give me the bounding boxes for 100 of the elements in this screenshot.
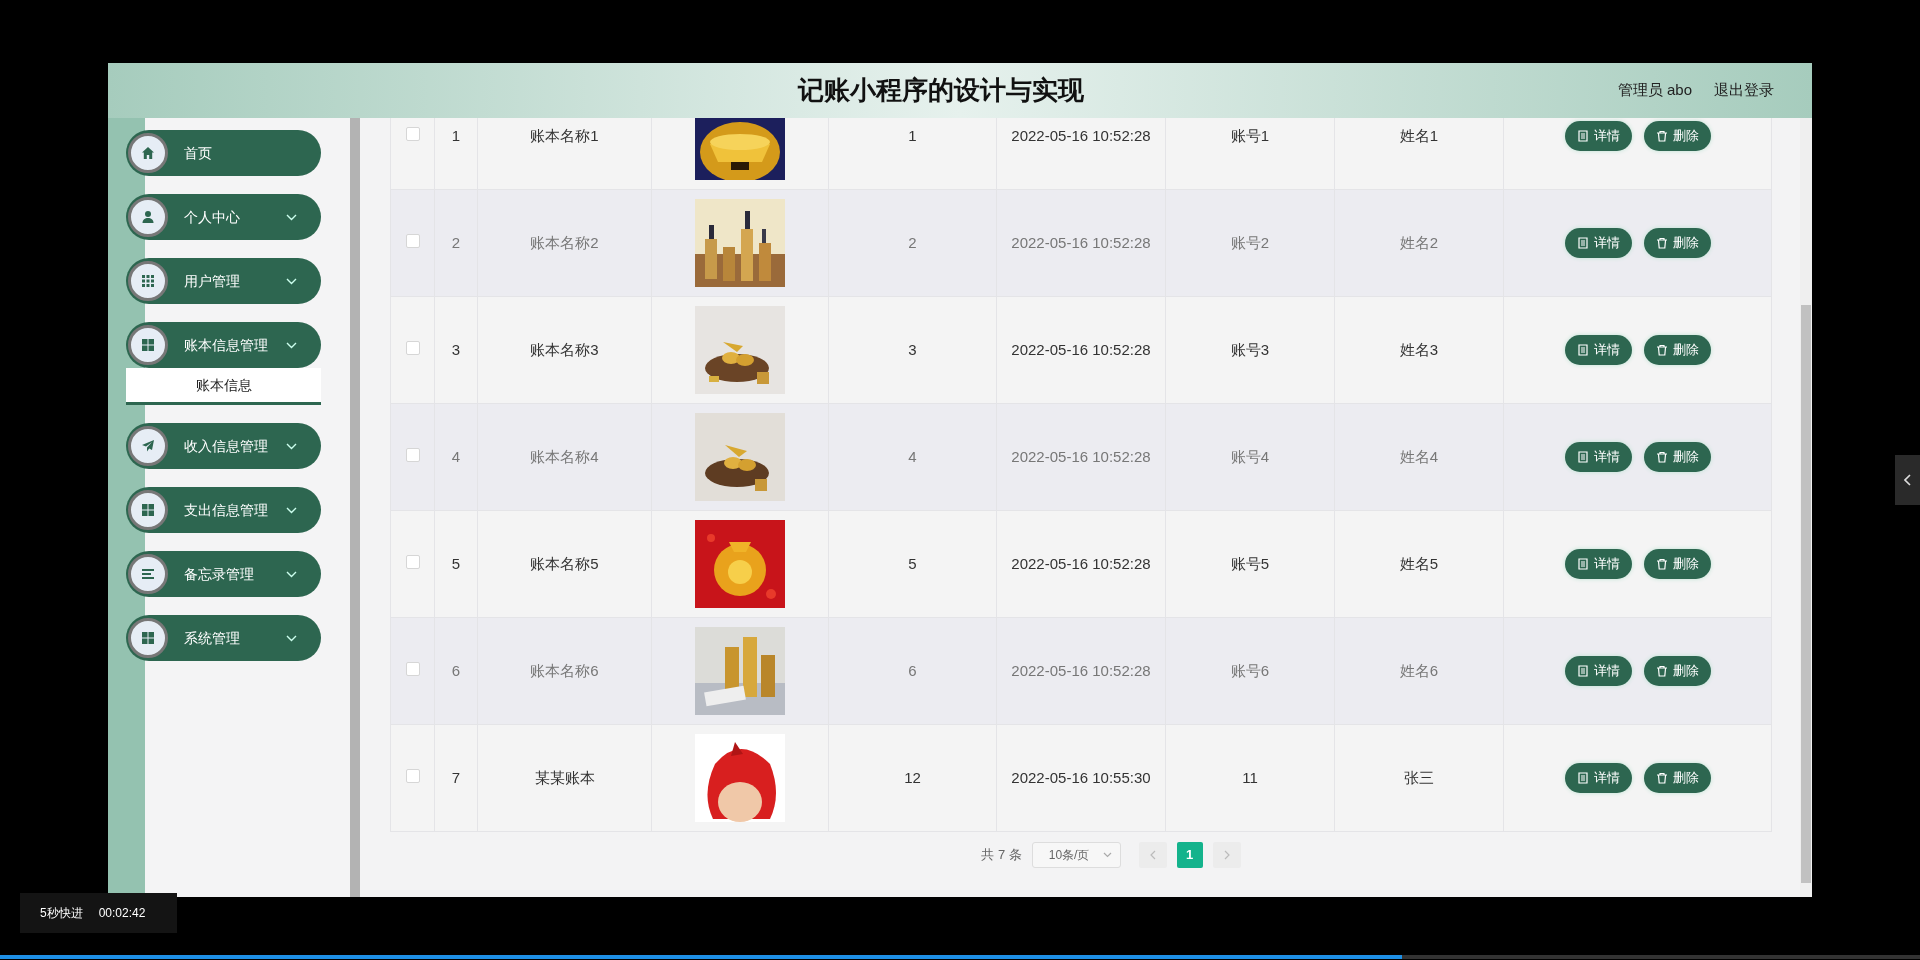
table-cell: 账本名称3	[530, 340, 599, 358]
table-cell: 2022-05-16 10:52:28	[1011, 233, 1151, 251]
menu-icon	[141, 567, 155, 581]
sidebar-menu-item[interactable]: 收入信息管理	[126, 423, 321, 469]
table-cell: 4	[451, 447, 461, 465]
delete-button[interactable]: 删除	[1643, 228, 1711, 258]
row-checkbox[interactable]	[405, 233, 420, 248]
sidebar-menu-item[interactable]: 用户管理	[126, 258, 321, 304]
sidebar-menu-item[interactable]: 支出信息管理	[126, 487, 321, 533]
side-panel-toggle[interactable]	[1895, 455, 1920, 505]
document-icon	[1576, 665, 1589, 677]
table-cell: 某某账本	[534, 768, 595, 786]
sidebar-menu-item[interactable]: 个人中心	[126, 194, 321, 240]
scrollbar[interactable]	[1800, 118, 1812, 897]
sidebar-menu-item[interactable]: 系统管理	[126, 615, 321, 661]
table-cell: 账本名称5	[530, 554, 599, 572]
table-cell: 2	[451, 233, 461, 251]
details-button[interactable]: 详情	[1564, 228, 1632, 258]
user-label: 管理员 abo	[1617, 80, 1692, 101]
caret-icon	[286, 278, 297, 286]
sidebar-menu-item[interactable]: 备忘录管理	[126, 551, 321, 597]
table-cell: 账本名称6	[530, 661, 599, 679]
caret-icon	[286, 214, 297, 222]
logout-link[interactable]: 退出登录	[1714, 79, 1774, 102]
row-checkbox[interactable]	[405, 554, 420, 569]
sidebar-menu-item[interactable]: 首页	[126, 130, 321, 176]
submenu-item[interactable]: 账本信息	[126, 368, 321, 405]
row-checkbox[interactable]	[405, 126, 420, 141]
delete-button[interactable]: 删除	[1643, 549, 1711, 579]
total-count: 共 7 条	[981, 846, 1022, 865]
document-icon	[1576, 130, 1589, 142]
details-button[interactable]: 详情	[1564, 335, 1632, 365]
trash-icon	[1655, 665, 1668, 677]
table-cell: 姓名1	[1399, 126, 1439, 144]
document-icon	[1576, 451, 1589, 463]
caret-icon	[286, 507, 297, 515]
table-cell: 4	[908, 447, 917, 465]
table-cell: 账号6	[1230, 661, 1270, 679]
table-cell: 张三	[1404, 768, 1434, 786]
person-icon	[141, 210, 155, 224]
table-cell: 账号2	[1230, 233, 1270, 251]
trash-icon	[1655, 451, 1668, 463]
row-checkbox[interactable]	[405, 340, 420, 355]
table-cell: 姓名3	[1399, 340, 1439, 358]
table-cell: 2022-05-16 10:55:30	[1011, 768, 1151, 786]
table-cell: 1	[908, 126, 917, 144]
table-cell: 姓名5	[1399, 554, 1439, 572]
table-cell: 账本名称4	[530, 447, 599, 465]
chevron-left-icon	[1903, 474, 1912, 486]
table-cell: 姓名6	[1399, 661, 1439, 679]
table-cell: 6	[451, 661, 461, 679]
trash-icon	[1655, 130, 1668, 142]
prev-page-button[interactable]	[1138, 842, 1167, 868]
trash-icon	[1655, 772, 1668, 784]
table-cell: 账本名称2	[530, 233, 599, 251]
sidebar-menu-item[interactable]: 账本信息管理	[126, 322, 321, 368]
trash-icon	[1655, 344, 1668, 356]
scrollbar-thumb[interactable]	[1801, 305, 1811, 883]
paper-plane-icon	[141, 439, 155, 453]
next-page-button[interactable]	[1212, 842, 1241, 868]
table-cell: 账号5	[1230, 554, 1270, 572]
table-cell: 2022-05-16 10:52:28	[1011, 554, 1151, 572]
trash-icon	[1655, 237, 1668, 249]
caret-icon	[1102, 852, 1112, 858]
tiles-icon	[141, 631, 155, 645]
app-title: 记账小程序的设计与实现	[798, 74, 1084, 107]
table-cell: 账号1	[1230, 126, 1270, 144]
details-button[interactable]: 详情	[1564, 442, 1632, 472]
chevron-right-icon	[1223, 850, 1230, 860]
delete-button[interactable]: 删除	[1643, 656, 1711, 686]
playback-time: 00:02:42	[98, 905, 146, 922]
table-cell: 12	[904, 768, 921, 786]
caret-icon	[286, 342, 297, 350]
skip-label: 5秒快进	[40, 905, 83, 922]
table-cell: 姓名2	[1399, 233, 1439, 251]
progress-track[interactable]	[0, 955, 1920, 959]
sidebar-scrollbar[interactable]	[350, 118, 360, 897]
caret-icon	[286, 635, 297, 643]
details-button[interactable]: 详情	[1564, 763, 1632, 793]
row-checkbox[interactable]	[405, 768, 420, 783]
table-cell: 2022-05-16 10:52:28	[1011, 126, 1151, 144]
details-button[interactable]: 详情	[1564, 121, 1632, 151]
page-size-select[interactable]: 10条/页	[1031, 842, 1121, 868]
table-cell: 5	[908, 554, 917, 572]
table-cell: 11	[1242, 768, 1258, 786]
delete-button[interactable]: 删除	[1643, 763, 1711, 793]
row-checkbox[interactable]	[405, 447, 420, 462]
row-checkbox[interactable]	[405, 661, 420, 676]
table-cell: 3	[451, 340, 461, 358]
details-button[interactable]: 详情	[1564, 549, 1632, 579]
delete-button[interactable]: 删除	[1643, 121, 1711, 151]
chevron-left-icon	[1149, 850, 1156, 860]
table-cell: 1	[451, 126, 461, 144]
table-cell: 3	[908, 340, 917, 358]
document-icon	[1576, 558, 1589, 570]
delete-button[interactable]: 删除	[1643, 442, 1711, 472]
details-button[interactable]: 详情	[1564, 656, 1632, 686]
table-cell: 7	[451, 768, 461, 786]
table-cell: 2022-05-16 10:52:28	[1011, 340, 1151, 358]
delete-button[interactable]: 删除	[1643, 335, 1711, 365]
